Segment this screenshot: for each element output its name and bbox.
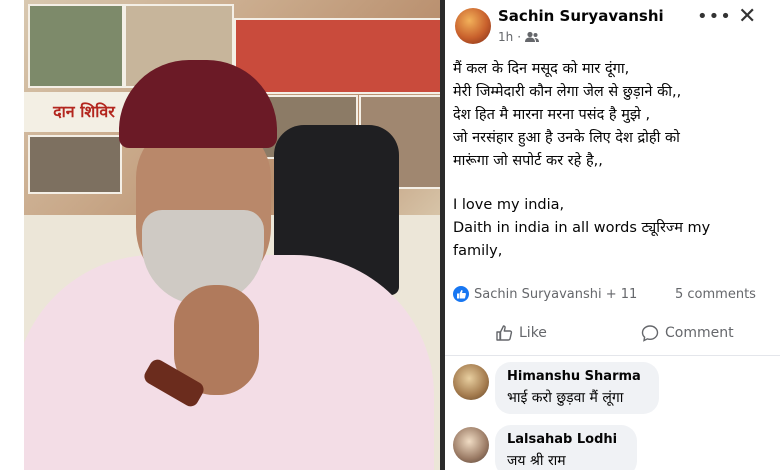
author-avatar[interactable] — [455, 8, 491, 44]
post-line: Daith in india in all words ट्यूरिज्म my — [453, 220, 711, 236]
post-line: मारूंगा जो सपोर्ट कर रहे है,, — [453, 153, 603, 169]
commenter-name[interactable]: Himanshu Sharma — [507, 369, 647, 384]
like-reaction-icon — [453, 286, 469, 302]
post-line: मैं कल के दिन मसूद को मार दूंगा, — [453, 61, 630, 77]
post-time[interactable]: 1h — [498, 30, 513, 44]
comment-button[interactable]: Comment — [641, 324, 734, 342]
thumbs-up-icon — [496, 325, 513, 341]
post-actions: Like Comment — [445, 315, 780, 352]
friends-icon — [525, 31, 540, 42]
post-line: family, — [453, 243, 503, 259]
post-line: देश हित मै मारना मरना पसंद है मुझे , — [453, 107, 651, 123]
close-icon[interactable]: ✕ — [738, 4, 756, 29]
reactions-text: Sachin Suryavanshi + 11 — [474, 286, 638, 302]
post-line: जो नरसंहार हुआ है उनके लिए देश द्रोही को — [453, 130, 680, 146]
comment-bubble: Himanshu Sharma भाई करो छुड़वा मैं लूंगा — [495, 362, 659, 414]
post-body: मैं कल के दिन मसूद को मार दूंगा, मेरी जि… — [453, 58, 773, 263]
comment-label: Comment — [665, 325, 734, 341]
post-line: मेरी जिम्मेदारी कौन लेगा जेल से छुड़ाने … — [453, 84, 682, 100]
news-photo: दान शिविर — [24, 0, 440, 470]
like-button[interactable]: Like — [495, 324, 547, 342]
comments-count[interactable]: 5 comments — [675, 287, 756, 302]
commenter-avatar[interactable] — [453, 427, 489, 463]
commenter-name[interactable]: Lalsahab Lodhi — [507, 432, 625, 447]
facebook-post: Sachin Suryavanshi 1h · ••• ✕ मैं कल के … — [445, 0, 780, 470]
comment-text: जय श्री राम — [507, 453, 566, 469]
commenter-avatar[interactable] — [453, 364, 489, 400]
reactions-summary[interactable]: Sachin Suryavanshi + 11 — [453, 286, 637, 302]
comment-bubble: Lalsahab Lodhi जय श्री राम — [495, 425, 637, 470]
more-options-icon[interactable]: ••• — [697, 6, 732, 27]
post-line: I love my india, — [453, 197, 565, 213]
like-label: Like — [519, 325, 547, 341]
post-meta: 1h · — [498, 30, 540, 44]
comment-icon — [641, 325, 659, 342]
comment-text: भाई करो छुड़वा मैं लूंगा — [507, 390, 624, 406]
author-name[interactable]: Sachin Suryavanshi — [498, 7, 664, 25]
